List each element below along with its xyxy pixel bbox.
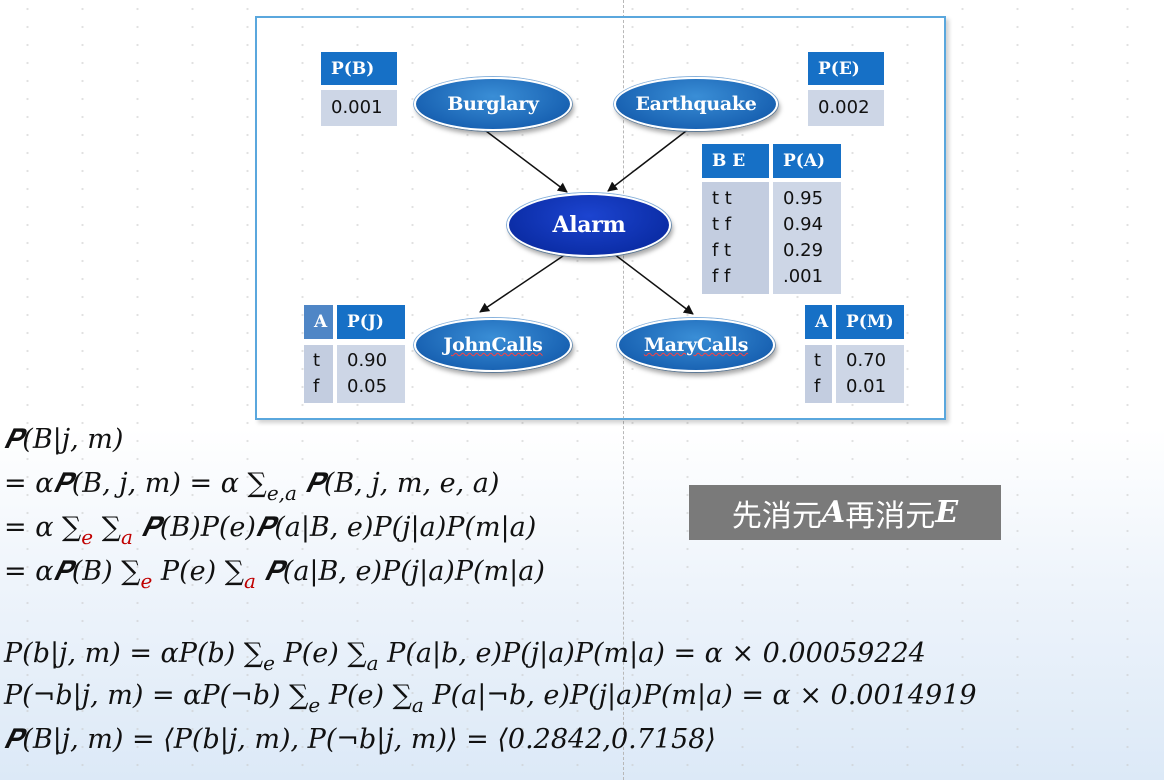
equation-line-4-b: 𝑃(𝑒) ∑	[152, 556, 244, 587]
cpt-alarm-prob-1: 0.94	[783, 214, 824, 235]
equation-line-5-sub-e: 𝑒	[263, 651, 275, 675]
equation-line-7-text: 𝑷(𝐵|𝑗, 𝑚) = ⟨𝑃(𝑏|𝑗, 𝑚), 𝑃(¬𝑏|𝑗, 𝑚)⟩ = ⟨0…	[4, 724, 716, 755]
cpt-marycalls-prob-0: 0.70	[846, 350, 887, 371]
cpt-marycalls-cond-1: f	[814, 376, 821, 397]
equation-line-1-text: 𝑷(𝐵|𝑗, 𝑚)	[4, 424, 124, 455]
equation-line-3-sub-e: 𝑒	[81, 525, 94, 549]
cpt-alarm-cond-0: t t	[712, 188, 732, 209]
equation-line-3-end: 𝑷(𝐵)𝑃(𝑒)𝑷(𝑎|𝐵, 𝑒)𝑃(𝑗|𝑎)𝑃(𝑚|𝑎)	[132, 512, 537, 543]
cpt-alarm-prob-column: 0.95 0.94 0.29 .001	[773, 182, 841, 294]
equation-line-5-sub-a: 𝑎	[366, 651, 379, 675]
cpt-marycalls-cond-column: t f	[805, 345, 832, 403]
cpt-johncalls-prob-column: 0.90 0.05	[337, 345, 405, 403]
cpt-alarm-cond-column: t t t f f t f f	[702, 182, 769, 294]
equation-line-5-a: 𝑃(𝑏|𝑗, 𝑚) = 𝛼𝑃(𝑏) ∑	[4, 638, 264, 669]
equation-line-7: 𝑷(𝐵|𝑗, 𝑚) = ⟨𝑃(𝑏|𝑗, 𝑚), 𝑃(¬𝑏|𝑗, 𝑚)⟩ = ⟨0…	[4, 724, 716, 756]
equation-line-3: = 𝛼 ∑𝑒 ∑𝑎 𝑷(𝐵)𝑃(𝑒)𝑷(𝑎|𝐵, 𝑒)𝑃(𝑗|𝑎)𝑃(𝑚|𝑎)	[4, 512, 537, 549]
cpt-johncalls-cond-1: f	[313, 376, 320, 397]
cpt-earthquake-header: P(E)	[808, 52, 884, 85]
node-alarm: Alarm	[507, 193, 671, 257]
cpt-johncalls-cond-0: t	[313, 350, 321, 371]
equation-line-3-sub-a: 𝑎	[121, 525, 133, 549]
node-johncalls-label: JohnCalls	[443, 334, 543, 356]
badge-pre: 先消元	[731, 498, 822, 534]
equation-line-2-end: 𝑷(𝐵, 𝑗, 𝑚, 𝑒, 𝑎)	[296, 468, 500, 499]
equation-line-6-sub-e: 𝑒	[308, 693, 321, 717]
cpt-johncalls-cond-column: t f	[304, 345, 333, 403]
equation-line-5-b: 𝑃(𝑒) ∑	[275, 638, 367, 669]
equation-line-5: 𝑃(𝑏|𝑗, 𝑚) = 𝛼𝑃(𝑏) ∑𝑒 𝑃(𝑒) ∑𝑎 𝑃(𝑎|𝑏, 𝑒)𝑃(…	[4, 638, 926, 675]
cpt-marycalls-header-prob: P(M)	[836, 305, 904, 339]
cpt-alarm-prob-0: 0.95	[783, 188, 824, 209]
node-alarm-label: Alarm	[552, 212, 626, 238]
equation-line-6-b: 𝑃(𝑒) ∑	[320, 680, 412, 711]
cpt-earthquake-value: 0.002	[808, 90, 884, 126]
node-burglary: Burglary	[414, 77, 572, 131]
cpt-marycalls-cond-0: t	[814, 350, 822, 371]
node-marycalls: MaryCalls	[617, 318, 775, 372]
equation-line-6: 𝑃(¬𝑏|𝑗, 𝑚) = 𝛼𝑃(¬𝑏) ∑𝑒 𝑃(𝑒) ∑𝑎 𝑃(𝑎|¬𝑏, 𝑒…	[4, 680, 977, 717]
cpt-alarm-cond-2: f t	[712, 240, 732, 261]
equation-line-1: 𝑷(𝐵|𝑗, 𝑚)	[4, 424, 123, 456]
equation-line-4-a: = 𝛼𝑷(𝐵) ∑	[4, 556, 141, 587]
node-marycalls-label: MaryCalls	[643, 334, 749, 356]
equation-line-6-a: 𝑃(¬𝑏|𝑗, 𝑚) = 𝛼𝑃(¬𝑏) ∑	[4, 680, 309, 711]
equation-line-3-b: ∑	[93, 512, 121, 543]
cpt-alarm-prob-2: 0.29	[783, 240, 824, 261]
badge-var-e: E	[935, 495, 959, 530]
cpt-burglary-value: 0.001	[321, 90, 397, 126]
node-johncalls: JohnCalls	[414, 318, 572, 372]
cpt-burglary-header: P(B)	[321, 52, 397, 85]
cpt-marycalls-header-cond: A	[805, 305, 832, 339]
cpt-alarm-header-cond: B E	[702, 144, 769, 178]
cpt-johncalls-header-prob: P(J)	[337, 305, 405, 339]
cpt-alarm-cond-1: t f	[712, 214, 732, 235]
equation-line-4-sub-a: 𝑎	[243, 569, 256, 593]
equation-line-5-end: 𝑃(𝑎|𝑏, 𝑒)𝑃(𝑗|𝑎)𝑃(𝑚|𝑎) = 𝛼 × 0.00059224	[378, 638, 926, 669]
cpt-marycalls-prob-column: 0.70 0.01	[836, 345, 904, 403]
equation-line-2-sub: 𝑒,𝑎	[266, 481, 297, 505]
equation-line-6-end: 𝑃(𝑎|¬𝑏, 𝑒)𝑃(𝑗|𝑎)𝑃(𝑚|𝑎) = 𝛼 × 0.0014919	[423, 680, 977, 711]
edge-earthquake-alarm	[607, 127, 691, 192]
equation-line-2-a: = 𝛼𝑷(𝐵, 𝑗, 𝑚) = 𝛼 ∑	[4, 468, 267, 499]
node-earthquake: Earthquake	[614, 77, 778, 131]
cpt-alarm-prob-3: .001	[783, 266, 824, 287]
edge-alarm-johncalls	[479, 253, 567, 313]
edge-burglary-alarm	[481, 127, 568, 193]
equation-line-3-a: = 𝛼 ∑	[4, 512, 82, 543]
equation-line-4-end: 𝑷(𝑎|𝐵, 𝑒)𝑃(𝑗|𝑎)𝑃(𝑚|𝑎)	[255, 556, 545, 587]
equation-line-6-sub-a: 𝑎	[411, 693, 424, 717]
node-earthquake-label: Earthquake	[635, 93, 757, 115]
cpt-marycalls-prob-1: 0.01	[846, 376, 887, 397]
equation-line-4-sub-e: 𝑒	[140, 569, 153, 593]
cpt-alarm-cond-3: f f	[712, 266, 731, 287]
equation-line-2: = 𝛼𝑷(𝐵, 𝑗, 𝑚) = 𝛼 ∑𝑒,𝑎 𝑷(𝐵, 𝑗, 𝑚, 𝑒, 𝑎)	[4, 468, 500, 505]
cpt-alarm-header-prob: P(A)	[773, 144, 841, 178]
cpt-johncalls-prob-0: 0.90	[347, 350, 388, 371]
badge-mid: 再消元	[845, 498, 936, 534]
node-burglary-label: Burglary	[447, 93, 539, 115]
edge-alarm-marycalls	[613, 253, 694, 315]
equation-line-4: = 𝛼𝑷(𝐵) ∑𝑒 𝑃(𝑒) ∑𝑎 𝑷(𝑎|𝐵, 𝑒)𝑃(𝑗|𝑎)𝑃(𝑚|𝑎)	[4, 556, 545, 593]
cpt-johncalls-prob-1: 0.05	[347, 376, 388, 397]
cpt-johncalls-header-cond: A	[304, 305, 333, 339]
badge-var-a: A	[821, 495, 846, 530]
elimination-order-badge: 先消元 A 再消元 E	[689, 485, 1001, 540]
